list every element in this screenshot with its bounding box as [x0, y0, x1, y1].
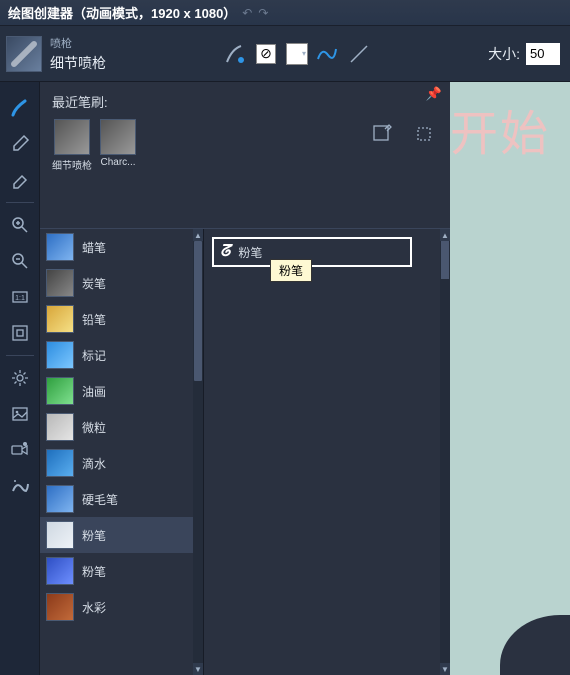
brush-settings-icon[interactable] [224, 43, 246, 65]
category-label: 滴水 [82, 455, 106, 472]
category-item[interactable]: 油画 [40, 373, 203, 409]
category-item[interactable]: 滴水 [40, 445, 203, 481]
category-label: 微粒 [82, 419, 106, 436]
category-thumb [46, 269, 74, 297]
crop-icon[interactable] [412, 122, 436, 146]
recent-brush-thumb [54, 119, 90, 155]
stroke-style-icon[interactable] [316, 43, 338, 65]
category-label: 炭笔 [82, 275, 106, 292]
brush-stroke-icon: ᘔ [220, 243, 230, 261]
category-thumb [46, 449, 74, 477]
category-thumb [46, 377, 74, 405]
category-list: 蜡笔 炭笔 铅笔 标记 油画 微粒 滴水 硬毛笔 粉笔 粉笔 水彩 ▲ ▼ [40, 229, 204, 675]
main-toolbar: 喷枪 细节喷枪 ⊘ ▾ 大小: [0, 26, 570, 82]
edit-brush-icon[interactable] [370, 122, 394, 146]
record-icon[interactable] [0, 432, 40, 468]
brush-name: 细节喷枪 [50, 53, 106, 73]
category-thumb [46, 233, 74, 261]
scroll-up-icon[interactable]: ▲ [440, 229, 450, 241]
line-tool-icon[interactable] [348, 43, 370, 65]
category-label: 硬毛笔 [82, 491, 118, 508]
image-icon[interactable] [0, 396, 40, 432]
category-thumb [46, 305, 74, 333]
recent-brush-item[interactable]: 细节喷枪 [52, 119, 92, 172]
category-item[interactable]: 铅笔 [40, 301, 203, 337]
size-label: 大小: [488, 44, 520, 64]
category-item[interactable]: 水彩 [40, 589, 203, 625]
current-brush-thumb[interactable] [6, 36, 42, 72]
scroll-down-icon[interactable]: ▼ [440, 663, 450, 675]
category-thumb [46, 593, 74, 621]
left-tool-rail: 1:1 [0, 82, 40, 675]
category-item[interactable]: 硬毛笔 [40, 481, 203, 517]
category-label: 粉笔 [82, 527, 106, 544]
category-item[interactable]: 粉笔 [40, 553, 203, 589]
titlebar: 绘图创建器（动画模式，1920 x 1080） ↶ ↷ [0, 0, 570, 26]
brush-scrollbar[interactable]: ▲ ▼ [440, 229, 450, 675]
category-thumb [46, 341, 74, 369]
window-title: 绘图创建器（动画模式，1920 x 1080） [8, 3, 236, 22]
tooltip: 粉笔 [270, 259, 312, 282]
recent-brush-caption: 细节喷枪 [52, 157, 92, 172]
category-thumb [46, 485, 74, 513]
category-label: 油画 [82, 383, 106, 400]
svg-text:1:1: 1:1 [15, 295, 25, 302]
brush-grid: ᘔ 粉笔 粉笔 ▲ ▼ [204, 229, 450, 675]
recent-label: 最近笔刷: [52, 92, 438, 111]
scroll-thumb[interactable] [441, 241, 449, 279]
brush-item-label: 粉笔 [238, 244, 262, 261]
zoom-in-icon[interactable] [0, 207, 40, 243]
zoom-out-icon[interactable] [0, 243, 40, 279]
size-input[interactable] [526, 43, 560, 65]
category-thumb [46, 413, 74, 441]
category-item[interactable]: 炭笔 [40, 265, 203, 301]
category-label: 粉笔 [82, 563, 106, 580]
eraser-tool-icon[interactable] [0, 162, 40, 198]
scroll-up-icon[interactable]: ▲ [193, 229, 203, 241]
category-label: 水彩 [82, 599, 106, 616]
category-label: 铅笔 [82, 311, 106, 328]
category-label: 标记 [82, 347, 106, 364]
category-item[interactable]: 标记 [40, 337, 203, 373]
recent-brush-item[interactable]: Charc... [100, 119, 136, 172]
no-texture-icon[interactable]: ⊘ [256, 44, 276, 64]
eyedropper-tool-icon[interactable] [0, 126, 40, 162]
category-thumb [46, 521, 74, 549]
brush-category: 喷枪 [50, 35, 106, 51]
category-label: 蜡笔 [82, 239, 106, 256]
category-thumb [46, 557, 74, 585]
redo-icon[interactable]: ↷ [258, 6, 268, 20]
brush-panel: 📌 最近笔刷: 细节喷枪 Charc... 蜡笔 炭笔 铅笔 标记 油画 微粒 … [40, 82, 450, 675]
scroll-thumb[interactable] [194, 241, 202, 381]
category-item[interactable]: 粉笔 [40, 517, 203, 553]
scroll-down-icon[interactable]: ▼ [193, 663, 203, 675]
category-item[interactable]: 微粒 [40, 409, 203, 445]
category-scrollbar[interactable]: ▲ ▼ [193, 229, 203, 675]
undo-icon[interactable]: ↶ [242, 6, 252, 20]
actual-size-icon[interactable]: 1:1 [0, 279, 40, 315]
fit-screen-icon[interactable] [0, 315, 40, 351]
settings-icon[interactable] [0, 360, 40, 396]
brush-tool-icon[interactable] [0, 90, 40, 126]
effects-icon[interactable] [0, 468, 40, 504]
recent-brush-caption: Charc... [100, 157, 135, 168]
recent-brush-thumb [100, 119, 136, 155]
color-dropdown-icon[interactable]: ▾ [302, 49, 306, 58]
category-item[interactable]: 蜡笔 [40, 229, 203, 265]
